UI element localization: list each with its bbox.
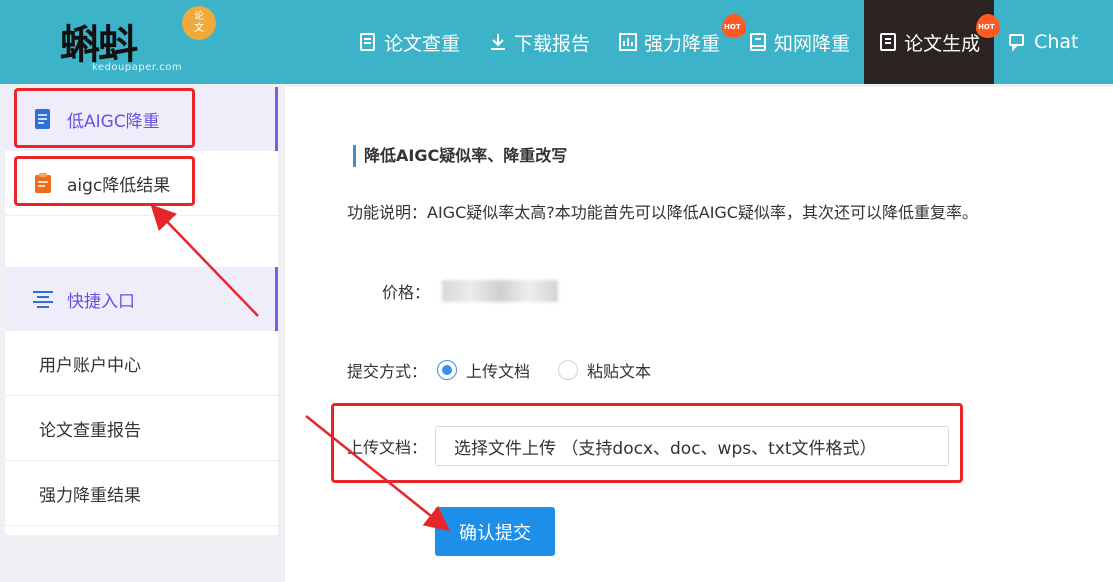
menu-lines-icon	[31, 287, 55, 311]
price-value-blurred	[442, 280, 559, 302]
nav-item-plagiarism-check[interactable]: 论文查重	[344, 0, 474, 84]
radio-upload-document[interactable]: 上传文档	[437, 358, 530, 382]
main-nav: 论文查重 下载报告 强力降重 HOT 知网降重 论文生成 HOT Chat	[344, 0, 1078, 84]
upload-row: 上传文档： 选择文件上传 （支持docx、doc、wps、txt文件格式）	[347, 426, 950, 466]
chat-icon	[1009, 34, 1025, 52]
document-icon	[360, 33, 375, 51]
radio-paste-text[interactable]: 粘贴文本	[558, 358, 651, 382]
clipboard-icon	[31, 171, 55, 195]
logo-badge: 论 文	[182, 6, 216, 40]
nav-item-cnki-rewrite[interactable]: 知网降重	[734, 0, 864, 84]
site-logo[interactable]: 蝌蚪 论 文 kedoupaper.com	[56, 6, 226, 73]
confirm-submit-button[interactable]: 确认提交	[435, 507, 555, 556]
sidebar-item-check-report[interactable]: 论文查重报告	[5, 396, 278, 460]
book-icon	[750, 33, 767, 51]
nav-item-download-report[interactable]: 下载报告	[474, 0, 604, 84]
radio-checked-icon	[437, 360, 458, 380]
sidebar: 低AIGC降重 aigc降低结果 快捷入口 用户账户中心 论文查重报告 强力降重…	[5, 87, 278, 535]
file-upload-button[interactable]: 选择文件上传 （支持docx、doc、wps、txt文件格式）	[435, 426, 950, 466]
page-title: 降低AIGC疑似率、降重改写	[353, 145, 567, 167]
sidebar-item-user-account[interactable]: 用户账户中心	[5, 331, 278, 395]
download-icon	[491, 34, 506, 50]
function-description: 功能说明：AIGC疑似率太高?本功能首先可以降低AIGC疑似率，其次还可以降低重…	[347, 203, 978, 222]
divider	[5, 525, 278, 526]
nav-item-chat[interactable]: Chat	[994, 0, 1078, 84]
logo-domain: kedoupaper.com	[92, 62, 183, 73]
top-header: 蝌蚪 论 文 kedoupaper.com 论文查重 下载报告 强力降重 HOT…	[0, 0, 1113, 84]
write-icon	[880, 33, 897, 51]
price-row: 价格：	[382, 279, 559, 303]
sidebar-section-shortcuts[interactable]: 快捷入口	[5, 267, 278, 331]
sidebar-section-low-aigc[interactable]: 低AIGC降重	[5, 87, 278, 151]
scroll-document-icon	[31, 107, 55, 131]
nav-item-strong-rewrite[interactable]: 强力降重 HOT	[604, 0, 747, 84]
sidebar-item-strong-rewrite-result[interactable]: 强力降重结果	[5, 461, 278, 525]
sidebar-item-aigc-result[interactable]: aigc降低结果	[5, 151, 278, 215]
main-panel: 降低AIGC疑似率、降重改写 功能说明：AIGC疑似率太高?本功能首先可以降低A…	[285, 87, 1113, 582]
nav-item-paper-generate[interactable]: 论文生成 HOT	[864, 0, 1001, 84]
grid-chart-icon	[619, 33, 638, 51]
radio-unchecked-icon	[558, 360, 579, 380]
submit-method-row: 提交方式： 上传文档 粘贴文本	[347, 358, 669, 382]
divider	[5, 215, 278, 216]
